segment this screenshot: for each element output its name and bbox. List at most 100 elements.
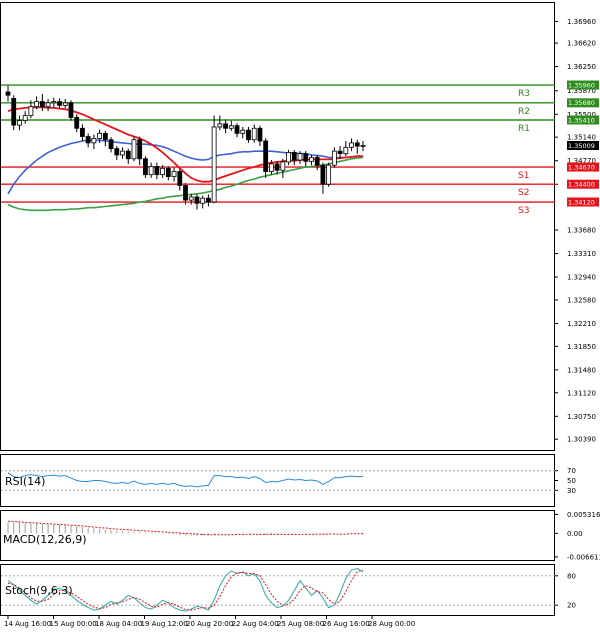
candle-body-39 <box>228 125 234 129</box>
price-tick-label-16: 1.30750 <box>567 413 596 421</box>
level-label-r2: R2 <box>518 107 530 117</box>
time-tick-label-3: 19 Aug 12:00 <box>141 620 188 628</box>
candle-24 <box>143 156 148 178</box>
candle-body-50 <box>291 152 297 161</box>
candle-body-29 <box>171 171 177 177</box>
candle-body-6 <box>39 101 45 108</box>
candle-body-48 <box>280 161 286 171</box>
level-tag-r2: 1.35680 <box>568 99 595 107</box>
candle-body-56 <box>326 164 332 185</box>
candle-body-31 <box>183 185 188 201</box>
price-tick-label-10: 1.32940 <box>567 274 596 282</box>
price-tick-label-8: 1.33680 <box>567 226 596 234</box>
candle-11 <box>68 100 74 121</box>
level-label-r3: R3 <box>518 89 530 99</box>
candle-body-16 <box>97 132 103 139</box>
price-chart[interactable]: 1.369601.366201.362501.358701.355001.351… <box>0 0 600 634</box>
current-price: 1.35009 <box>567 140 599 150</box>
candle-body-33 <box>194 196 200 204</box>
candle-body-42 <box>246 129 251 141</box>
level-tag-s3: 1.34120 <box>568 198 595 206</box>
candle-body-53 <box>309 157 314 162</box>
candle-body-61 <box>354 142 360 147</box>
candle-body-3 <box>22 115 28 122</box>
candle-body-38 <box>223 123 228 129</box>
candle-body-26 <box>154 166 160 176</box>
candle-56 <box>326 162 332 187</box>
current-price-tag: 1.35009 <box>568 142 595 150</box>
candle-body-13 <box>80 127 85 137</box>
price-tick-label-15: 1.31120 <box>567 389 596 397</box>
level-label-s1: S1 <box>518 171 529 181</box>
time-tick-label-6: 25 Aug 08:00 <box>277 620 324 628</box>
time-tick-label-0: 14 Aug 16:00 <box>4 620 51 628</box>
candle-body-58 <box>337 150 343 155</box>
candle-body-0 <box>5 91 11 96</box>
candle-body-10 <box>62 102 68 106</box>
time-tick-label-5: 22 Aug 04:00 <box>232 620 279 628</box>
candle-body-2 <box>17 120 22 126</box>
stoch-label: Stoch(9,6,3) <box>5 584 73 597</box>
candle-body-28 <box>165 167 171 177</box>
macd-label: MACD(12,26,9) <box>3 533 87 546</box>
candle-body-44 <box>257 127 263 142</box>
price-tick-label-11: 1.32580 <box>567 296 596 304</box>
time-tick-label-4: 20 Aug 20:00 <box>186 620 233 628</box>
candle-36 <box>211 115 217 204</box>
candle-body-4 <box>28 106 34 116</box>
candle-body-5 <box>34 101 40 108</box>
candle-body-52 <box>303 153 309 162</box>
time-tick-label-7: 26 Aug 16:00 <box>323 620 370 628</box>
price-tick-label-5: 1.35140 <box>567 134 596 142</box>
candle-body-55 <box>320 164 326 185</box>
candle-body-45 <box>263 140 269 172</box>
price-tick-label-13: 1.31850 <box>567 343 596 351</box>
stoch-tick-label-0: 80 <box>567 572 576 580</box>
candle-body-57 <box>331 150 337 166</box>
candle-body-22 <box>131 139 137 160</box>
candle-body-18 <box>108 139 114 150</box>
time-tick-label-8: 28 Aug 00:00 <box>368 620 415 628</box>
candle-body-27 <box>160 167 165 176</box>
candle-body-43 <box>251 127 257 141</box>
candle-body-24 <box>143 158 148 176</box>
candle-body-25 <box>148 166 154 176</box>
price-tick-label-9: 1.33310 <box>567 250 596 258</box>
candle-body-15 <box>91 138 97 144</box>
candle-body-34 <box>200 197 206 204</box>
macd-tick-label-1: 0.00 <box>567 530 583 538</box>
price-tick-label-17: 1.30390 <box>567 436 596 444</box>
level-label-r1: R1 <box>518 124 530 134</box>
candle-body-17 <box>102 132 108 141</box>
level-label-s3: S3 <box>518 206 529 216</box>
candle-body-7 <box>45 102 51 108</box>
level-tag-r1: 1.35410 <box>568 116 595 124</box>
stoch-tick-label-1: 20 <box>567 602 576 610</box>
candle-body-41 <box>240 129 246 134</box>
time-tick-label-1: 15 Aug 00:00 <box>50 620 97 628</box>
price-tick-label-14: 1.31480 <box>567 366 596 374</box>
level-tag-s2: 1.34400 <box>568 181 595 189</box>
rsi-label: RSI(14) <box>5 475 45 488</box>
macd-tick-label-2: -0.006611 <box>567 553 600 561</box>
candle-body-32 <box>188 196 194 201</box>
candle-body-51 <box>297 153 303 161</box>
time-tick-label-2: 18 Aug 04:00 <box>95 620 142 628</box>
candle-body-36 <box>211 126 217 203</box>
price-tick-label-2: 1.36250 <box>567 63 596 71</box>
candle-body-60 <box>349 142 354 148</box>
candle-body-46 <box>268 163 274 172</box>
rsi-tick-label-0: 70 <box>567 467 576 475</box>
rsi-panel <box>0 454 555 507</box>
level-tag-r3: 1.35960 <box>568 81 595 89</box>
candle-body-35 <box>206 197 211 203</box>
candle-body-8 <box>51 101 57 104</box>
price-tick-label-0: 1.36960 <box>567 18 596 26</box>
candle-body-20 <box>120 150 125 156</box>
rsi-tick-label-1: 50 <box>567 477 576 485</box>
rsi-tick-label-2: 30 <box>567 487 576 495</box>
candle-body-19 <box>114 148 120 156</box>
time-axis: 14 Aug 16:0015 Aug 00:0018 Aug 04:0019 A… <box>4 616 415 628</box>
candle-body-23 <box>137 139 143 160</box>
level-tag-s1: 1.34670 <box>568 163 595 171</box>
